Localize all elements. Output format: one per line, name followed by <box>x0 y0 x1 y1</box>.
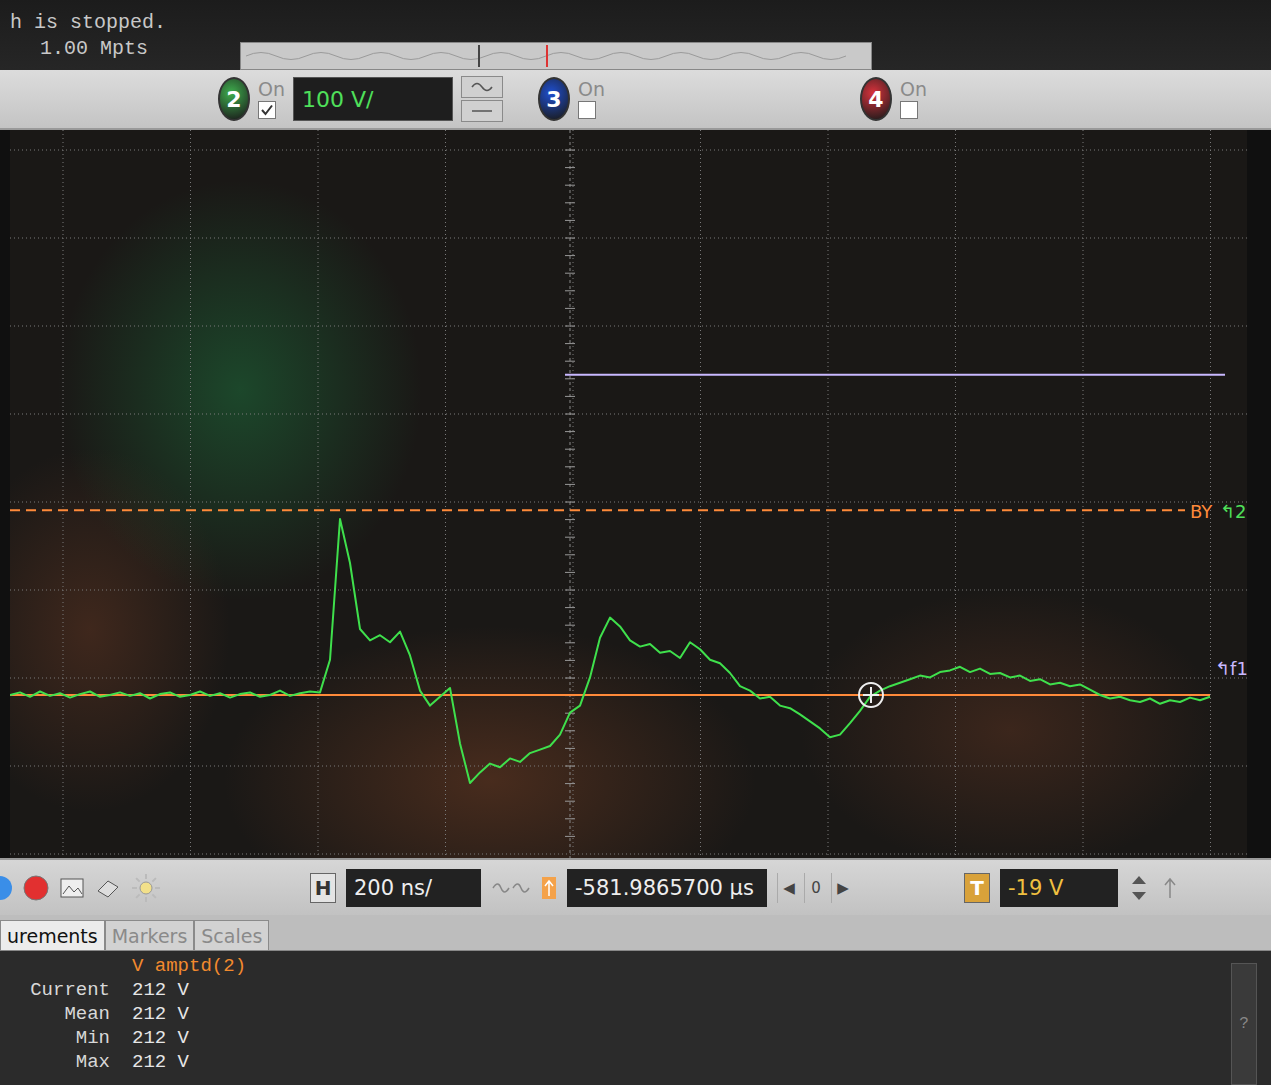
channel-toolbar: 2 On 100 V/3 On 4 On <box>0 70 1271 130</box>
overview-wave-icon <box>241 43 871 69</box>
ac-coupling-icon <box>470 80 494 94</box>
brightness-icon[interactable] <box>130 872 162 904</box>
reference-line <box>565 374 1225 376</box>
on-checkbox[interactable] <box>900 101 918 119</box>
on-label: On <box>578 79 605 99</box>
measurement-value: 212 V <box>132 1027 246 1050</box>
on-checkbox[interactable] <box>258 101 276 119</box>
trigger-label: BY <box>1190 501 1213 522</box>
time-scale-field[interactable]: 200 ns/ <box>346 869 481 907</box>
plot-row: BY ↰2 ↰f1 <box>0 130 1271 858</box>
dc-coupling-button[interactable] <box>461 100 503 122</box>
tab[interactable]: urements <box>0 920 105 950</box>
on-label: On <box>258 79 285 99</box>
status-line: h is stopped. <box>10 10 200 36</box>
waveform-mode-icon[interactable] <box>491 876 531 900</box>
horizontal-label: H <box>310 873 336 903</box>
check-icon <box>261 104 273 116</box>
trigger-label: T <box>964 873 990 903</box>
status-line: 1.00 Mpts <box>10 36 200 62</box>
channel-badge[interactable]: 4 <box>860 77 892 121</box>
channel-group: 2 On 100 V/ <box>218 76 538 122</box>
measurement-label: Mean <box>10 1003 110 1026</box>
down-arrow-icon[interactable] <box>1128 889 1150 903</box>
trigger-edge-icon[interactable] <box>1160 876 1180 900</box>
graticule <box>10 130 1247 858</box>
trigger-position-icon <box>541 876 557 900</box>
acquisition-status: h is stopped.1.00 Mpts <box>10 10 200 62</box>
eraser-icon[interactable] <box>94 874 122 902</box>
dc-coupling-icon <box>470 104 494 118</box>
ac-coupling-button[interactable] <box>461 76 503 98</box>
channel-badge[interactable]: 3 <box>538 77 570 121</box>
nav-button[interactable]: ◀ <box>777 873 800 903</box>
scale-field[interactable]: 100 V/ <box>293 77 453 121</box>
measurement-value: 212 V <box>132 979 246 1002</box>
time-position-field[interactable]: -581.9865700 µs <box>567 869 767 907</box>
channel-badge[interactable]: 2 <box>218 77 250 121</box>
channel-on: On <box>900 79 927 119</box>
measurements-panel: V amptd(2) Current 212 V Mean 212 V Min 212 V M… <box>0 951 1271 1085</box>
status-strip: h is stopped.1.00 Mpts <box>0 0 1271 70</box>
on-checkbox[interactable] <box>578 101 596 119</box>
graticule-area: BY ↰2 ↰f1 <box>10 130 1247 858</box>
up-arrow-icon[interactable] <box>1128 873 1150 887</box>
channel-on: On <box>258 79 285 119</box>
tab-bar: urementsMarkersScales <box>0 915 1271 951</box>
trigger-level-line[interactable] <box>10 509 1185 511</box>
run-icon[interactable] <box>0 874 14 902</box>
measurement-label: Min <box>10 1027 110 1050</box>
screenshot-icon[interactable] <box>58 874 86 902</box>
tool-icons <box>0 872 300 904</box>
nav-button[interactable]: 0 <box>804 873 827 903</box>
measurement-value: 212 V <box>132 1051 246 1074</box>
waveform-chart: BY ↰2 ↰f1 <box>10 130 1247 858</box>
nav-button[interactable]: ▶ <box>831 873 854 903</box>
waveform-trace <box>10 519 1210 783</box>
bottom-toolbar: H 200 ns/ -581.9865700 µs ◀0▶ T -19 V <box>0 858 1271 915</box>
help-button[interactable]: ? <box>1231 963 1257 1085</box>
measurement-header: V amptd(2) <box>132 955 246 978</box>
record-icon[interactable] <box>22 874 50 902</box>
tab[interactable]: Scales <box>194 920 269 950</box>
measurement-label: Current <box>10 979 110 1002</box>
on-label: On <box>900 79 927 99</box>
channel-marker[interactable]: ↰2 <box>1220 501 1247 522</box>
measurement-label: Max <box>10 1051 110 1074</box>
channel-group: 4 On <box>860 77 980 121</box>
memory-overview[interactable] <box>240 42 872 70</box>
channel-group: 3 On <box>538 77 860 121</box>
trigger-spinner <box>1128 873 1150 903</box>
oscilloscope-screen: h is stopped.1.00 Mpts 2 On 100 V/3 On 4 On BY ↰… <box>0 0 1271 1085</box>
cursor-icon[interactable] <box>859 683 883 707</box>
position-nav: ◀0▶ <box>777 873 854 903</box>
measurements-table: V amptd(2) Current 212 V Mean 212 V Min 212 V M… <box>10 955 246 1085</box>
trigger-level-field[interactable]: -19 V <box>1000 869 1118 907</box>
tab[interactable]: Markers <box>105 920 195 950</box>
measurement-value: 212 V <box>132 1003 246 1026</box>
coupling-buttons <box>461 76 503 122</box>
channel-on: On <box>578 79 605 119</box>
function-marker[interactable]: ↰f1 <box>1215 658 1247 679</box>
